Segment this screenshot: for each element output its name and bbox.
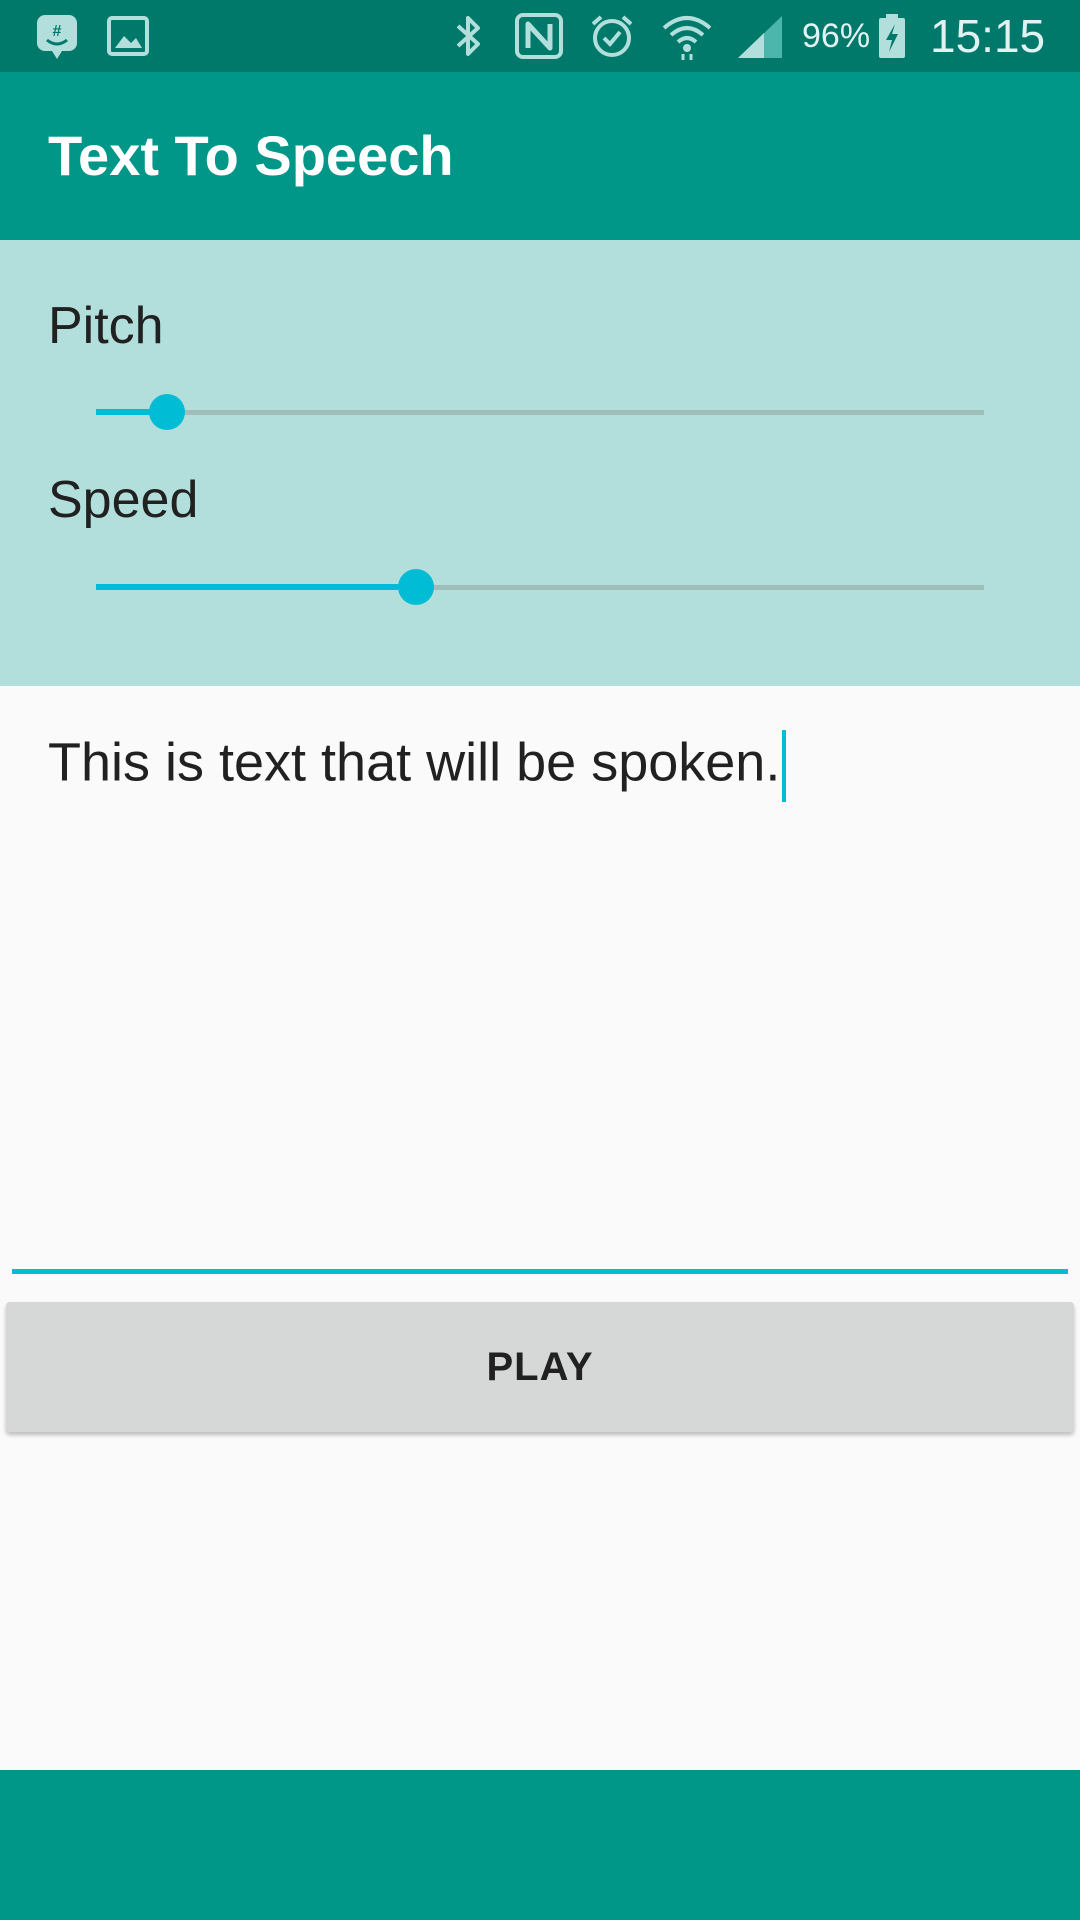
- pitch-label: Pitch: [48, 297, 164, 355]
- status-bar: # 96% 15:15: [0, 0, 1080, 72]
- bottom-bar: [0, 1770, 1080, 1920]
- speed-label: Speed: [48, 471, 199, 529]
- wifi-icon: [662, 16, 712, 60]
- play-button[interactable]: PLAY: [6, 1302, 1074, 1432]
- app-title: Text To Speech: [48, 124, 454, 187]
- gallery-icon: [107, 16, 149, 56]
- text-input-underline: [12, 1269, 1068, 1274]
- pitch-slider-track: [96, 410, 984, 415]
- battery-icon: [879, 14, 905, 58]
- clock: 15:15: [930, 10, 1046, 62]
- app-bar: Text To Speech: [0, 72, 1080, 240]
- signal-icon: [738, 16, 782, 58]
- svg-text:#: #: [53, 23, 62, 40]
- speed-slider-thumb[interactable]: [398, 569, 434, 605]
- nfc-icon: [515, 13, 563, 59]
- bluetooth-icon: [456, 16, 480, 56]
- pitch-slider[interactable]: [96, 382, 984, 442]
- battery-percent: 96%: [802, 17, 871, 55]
- alarm-icon: [591, 15, 633, 57]
- hangouts-icon: #: [37, 15, 77, 59]
- controls-panel: Pitch Speed: [0, 240, 1080, 686]
- speed-slider-fill: [96, 584, 416, 590]
- speed-slider[interactable]: [96, 557, 984, 617]
- pitch-slider-thumb[interactable]: [149, 394, 185, 430]
- speech-text-value: This is text that will be spoken.: [48, 732, 781, 793]
- speech-text-input[interactable]: This is text that will be spoken.: [48, 730, 1032, 802]
- text-cursor: [782, 730, 787, 802]
